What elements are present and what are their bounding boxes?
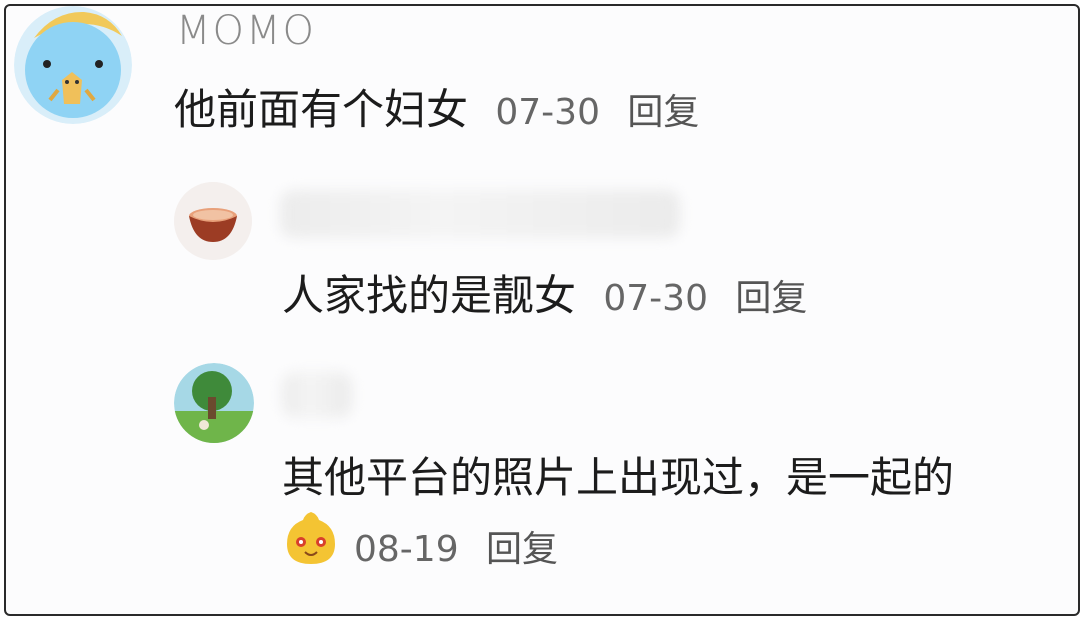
reply-button[interactable]: 回复 [627, 92, 699, 133]
yellow-smiley-emoji-icon [287, 512, 335, 564]
avatar-momo[interactable] [14, 6, 132, 124]
comment-3-meta: 08-19 回复 [354, 520, 558, 572]
tree-landscape-icon [174, 363, 254, 443]
comment-text: 人家找的是靓女 [282, 271, 577, 320]
cartoon-dinosaur-icon [14, 6, 132, 124]
comment-2: 人家找的是靓女 07-30 回复 [282, 262, 807, 323]
blurred-username [282, 372, 352, 418]
reply-button[interactable]: 回复 [735, 278, 807, 319]
comment-username[interactable]: MOMO [176, 8, 316, 54]
reply-button[interactable]: 回复 [486, 529, 558, 570]
comment-3: 其他平台的照片上出现过，是一起的 [282, 444, 954, 505]
comment-text: 其他平台的照片上出现过，是一起的 [282, 453, 955, 502]
avatar-reply-1[interactable] [174, 182, 252, 260]
comment-1: 他前面有个妇女 07-30 回复 [174, 76, 699, 137]
comment-text: 他前面有个妇女 [174, 85, 469, 134]
comment-date: 07-30 [495, 92, 600, 133]
comment-date: 08-19 [354, 529, 459, 570]
tea-bowl-icon [174, 182, 252, 260]
blurred-username [280, 190, 680, 238]
avatar-reply-2[interactable] [174, 363, 254, 443]
comment-date: 07-30 [603, 278, 708, 319]
